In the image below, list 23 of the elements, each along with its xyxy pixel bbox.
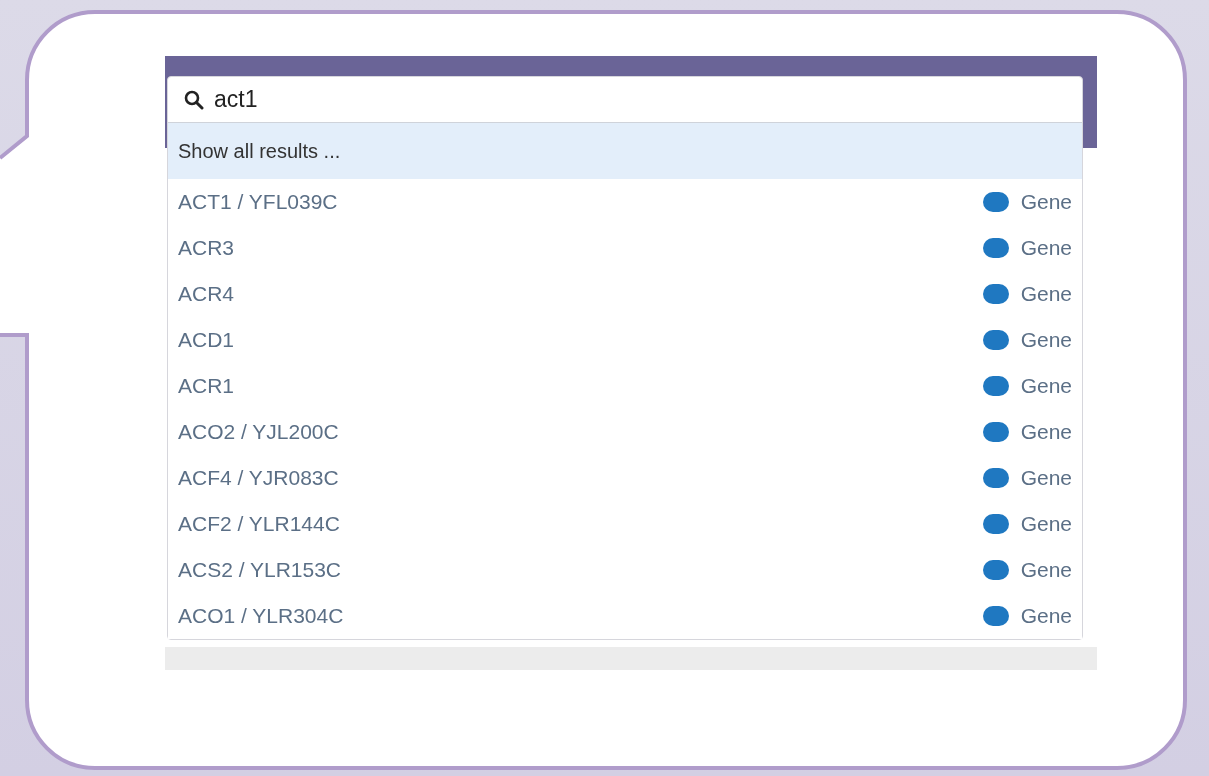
type-label: Gene [1020,557,1072,584]
type-label: Gene [1020,465,1072,492]
type-label: Gene [1020,281,1072,308]
type-label: Gene [1020,189,1072,216]
type-label: Gene [1020,373,1072,400]
show-all-results-item[interactable]: Show all results ... [168,123,1082,179]
result-name: ACR1 [178,373,235,400]
result-name: ACF2 / YLR144C [178,511,340,538]
result-name: ACF4 / YJR083C [178,465,339,492]
result-name: ACS2 / YLR153C [178,557,342,584]
result-name: ACD1 [178,327,235,354]
type-label: Gene [1020,419,1072,446]
type-label: Gene [1020,235,1072,262]
search-icon [184,89,204,110]
result-name: ACT1 / YFL039C [178,189,338,216]
type-label: Gene [1020,327,1072,354]
type-label: Gene [1020,603,1072,630]
result-name: ACO1 / YLR304C [178,603,344,630]
result-name: ACO2 / YJL200C [178,419,339,446]
result-name: ACR4 [178,281,235,308]
type-label: Gene [1020,511,1072,538]
result-name: ACR3 [178,235,235,262]
search-query: act1 [214,85,258,115]
